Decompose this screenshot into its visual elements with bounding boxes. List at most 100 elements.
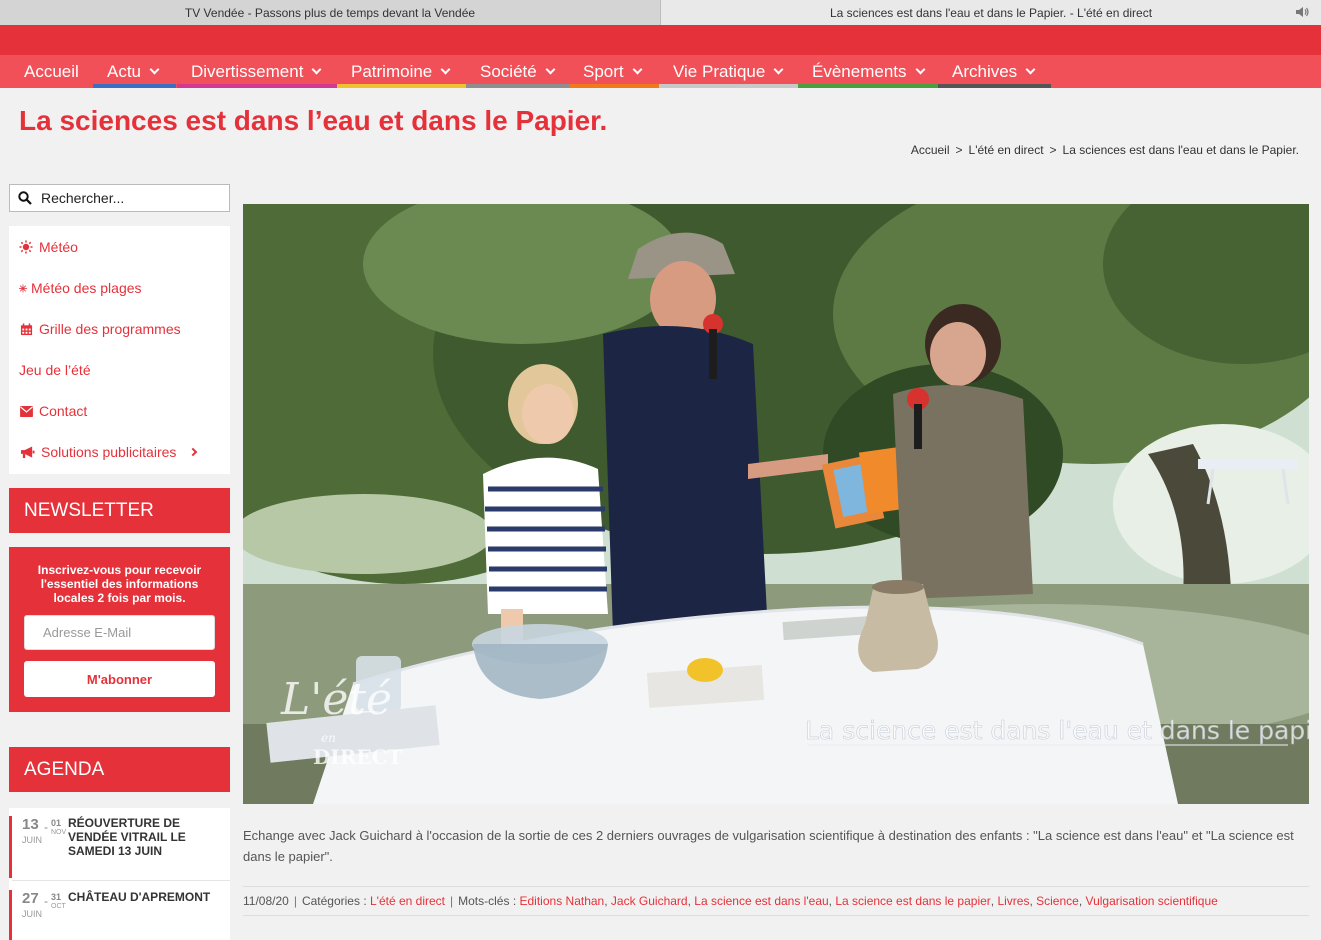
nav-label: Vie Pratique — [673, 61, 766, 81]
subscribe-button[interactable]: M'abonner — [24, 661, 215, 697]
nav-color-bar — [798, 84, 938, 88]
nav-item-actu[interactable]: Actu — [93, 55, 176, 88]
tag-link[interactable]: La science est dans le papier — [835, 894, 990, 908]
tag-link[interactable]: Science — [1036, 894, 1079, 908]
tag-link[interactable]: Vulgarisation scientifique — [1086, 894, 1218, 908]
nav-label: Accueil — [24, 61, 79, 81]
tag-link[interactable]: La science est dans l'eau — [694, 894, 828, 908]
chevron-down-icon — [915, 64, 925, 75]
nav-label: Actu — [107, 61, 142, 81]
nav-color-bar — [569, 84, 659, 88]
event-start-day: 13 — [22, 816, 39, 833]
logo-line-2: en — [321, 731, 336, 745]
event-title: RÉOUVERTURE DE VENDÉE VITRAIL LE SAMEDI … — [68, 816, 186, 858]
breadcrumb-separator: > — [955, 143, 963, 157]
logo-line-3: DIRECT — [313, 745, 402, 769]
event-start-day: 27 — [22, 890, 39, 907]
email-field[interactable]: Adresse E-Mail — [24, 615, 215, 650]
chevron-down-icon — [311, 64, 322, 75]
nav-color-bar — [659, 84, 798, 88]
nav-label: Société — [480, 61, 537, 81]
sidebar-item-label: Contact — [39, 403, 88, 419]
article-meta: 11/08/20 | Catégories : L'été en direct … — [243, 886, 1309, 916]
breadcrumb-current: La sciences est dans l'eau et dans le Pa… — [1062, 143, 1299, 157]
sidebar-item-jeu-ete[interactable]: Jeu de l’été — [19, 360, 91, 380]
tag-link[interactable]: Jack Guichard — [611, 894, 688, 908]
nav-item-societe[interactable]: Société — [466, 55, 569, 88]
logo-line-1: L'été — [280, 674, 392, 725]
sidebar-menu: Météo Météo des plages Grille des progra… — [9, 226, 230, 474]
event-end-day: 31 — [51, 892, 62, 902]
page-title: La sciences est dans l’eau et dans le Pa… — [19, 105, 608, 136]
tag-link[interactable]: Livres — [997, 894, 1029, 908]
article-caption: Echange avec Jack Guichard à l'occasion … — [243, 828, 1294, 864]
breadcrumb-link-category[interactable]: L'été en direct — [969, 143, 1044, 157]
email-placeholder: Adresse E-Mail — [43, 625, 132, 640]
search-icon — [18, 191, 32, 205]
nav-item-accueil[interactable]: Accueil — [10, 55, 92, 88]
nav-item-sport[interactable]: Sport — [569, 55, 659, 88]
nav-item-divertissement[interactable]: Divertissement — [177, 55, 337, 88]
chevron-down-icon — [632, 64, 643, 75]
sidebar-item-solutions-publicitaires[interactable]: Solutions publicitaires — [19, 442, 198, 462]
nav-label: Sport — [583, 61, 624, 81]
nav-item-archives[interactable]: Archives — [938, 55, 1051, 88]
search-placeholder: Rechercher... — [41, 190, 125, 206]
browser-tab-tv-vendee[interactable]: TV Vendée - Passons plus de temps devant… — [0, 0, 661, 25]
categories-label: Catégories : — [301, 894, 367, 908]
nav-item-patrimoine[interactable]: Patrimoine — [337, 55, 466, 88]
sidebar-item-contact[interactable]: Contact — [19, 401, 87, 421]
video-player[interactable]: L'été en DIRECT La science est dans l'ea… — [243, 204, 1309, 804]
nav-color-bar — [466, 84, 569, 88]
sidebar-item-label: Météo — [39, 239, 78, 255]
nav-item-vie-pratique[interactable]: Vie Pratique — [659, 55, 798, 88]
event-start-month: JUIN — [22, 835, 42, 845]
nav-label: Divertissement — [191, 61, 304, 81]
chevron-down-icon — [440, 64, 451, 75]
browser-tab-article[interactable]: La sciences est dans l'eau et dans le Pa… — [661, 0, 1321, 25]
main-nav: Accueil Actu Divertissement Patrimoine S… — [0, 55, 1321, 88]
agenda-heading: AGENDA — [9, 747, 230, 792]
breadcrumb: Accueil > L'été en direct > La sciences … — [911, 143, 1299, 157]
tags-label: Mots-clés : — [458, 894, 517, 908]
breadcrumb-link-home[interactable]: Accueil — [911, 143, 950, 157]
video-frame: L'été en DIRECT La science est dans l'ea… — [243, 204, 1309, 804]
nav-label: Archives — [952, 61, 1018, 81]
sun-icon — [19, 240, 33, 254]
breadcrumb-separator: > — [1049, 143, 1057, 157]
nav-color-bar — [938, 84, 1051, 88]
top-brand-bar — [0, 25, 1321, 55]
agenda-list: 13 JUIN - 01 NOV RÉOUVERTURE DE VENDÉE V… — [9, 808, 230, 940]
chevron-down-icon — [149, 64, 160, 75]
nav-color-bar — [337, 84, 466, 88]
chevron-down-icon — [1025, 64, 1036, 75]
chevron-right-icon — [189, 447, 198, 457]
nav-label: Évènements — [812, 61, 907, 81]
category-link[interactable]: L'été en direct — [370, 894, 445, 908]
newsletter-form: Inscrivez-vous pour recevoir l'essentiel… — [9, 547, 230, 712]
tag-link[interactable]: Editions Nathan — [520, 894, 605, 908]
agenda-event[interactable]: 13 JUIN - 01 NOV RÉOUVERTURE DE VENDÉE V… — [9, 816, 230, 878]
search-input[interactable]: Rechercher... — [9, 184, 230, 212]
agenda-event[interactable]: 27 JUIN - 31 OCT CHÂTEAU D'APREMONT — [9, 890, 230, 940]
nav-label: Patrimoine — [351, 61, 433, 81]
sidebar-item-meteo[interactable]: Météo — [19, 237, 78, 257]
sidebar-item-label: Jeu de l’été — [19, 362, 91, 378]
sidebar-item-label: Grille des programmes — [39, 321, 181, 337]
event-end-day: 01 — [51, 818, 62, 828]
sidebar-item-grille-programmes[interactable]: Grille des programmes — [19, 319, 181, 339]
newsletter-intro: Inscrivez-vous pour recevoir l'essentiel… — [37, 563, 202, 605]
megaphone-icon — [19, 445, 35, 459]
nav-color-bar — [177, 84, 337, 88]
speaker-icon[interactable] — [1295, 5, 1309, 19]
sidebar-item-meteo-plages[interactable]: Météo des plages — [19, 278, 142, 298]
calendar-icon — [19, 322, 33, 336]
snowflake-icon — [19, 281, 27, 295]
newsletter-heading: NEWSLETTER — [9, 488, 230, 533]
envelope-icon — [19, 404, 33, 418]
event-start-month: JUIN — [22, 909, 42, 919]
chevron-down-icon — [545, 64, 556, 75]
event-end-month: NOV — [51, 829, 67, 836]
nav-item-evenements[interactable]: Évènements — [798, 55, 938, 88]
browser-tab-title: La sciences est dans l'eau et dans le Pa… — [829, 5, 1153, 20]
